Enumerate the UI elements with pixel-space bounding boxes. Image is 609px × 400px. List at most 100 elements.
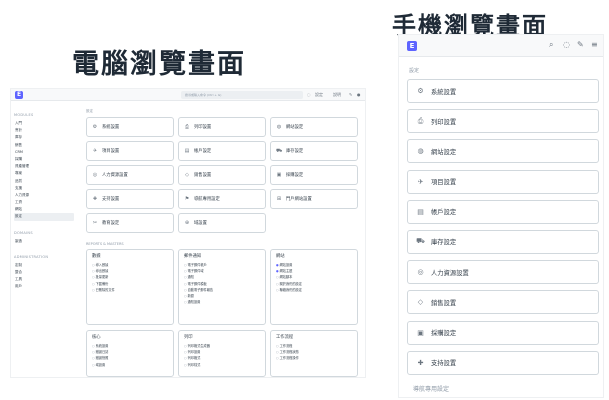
module-link[interactable]: 通知設置 <box>184 299 260 305</box>
sidebar-modules-header: MODULES <box>14 113 34 117</box>
settings-card[interactable]: ✚ 支持設置 <box>86 189 174 209</box>
sidebar-item-module-4[interactable]: CRM <box>14 149 74 156</box>
sidebar-item-module-12[interactable]: 網站 <box>14 206 74 213</box>
print-icon: ⎙ <box>184 124 189 130</box>
sidebar-item-module-7[interactable]: 專案 <box>14 170 74 177</box>
module-card: 核心系統設置錯誤日誌錯誤快照域設置 <box>86 330 174 377</box>
settings-card-label: 帳戶設定 <box>194 149 212 154</box>
settings-card[interactable]: ⛟ 庫存設定 <box>270 141 358 161</box>
module-card-grid: 數據導入數據導出數據批量更新下載備份已刪除的文件郵件通知電子郵件帳戶電子郵件域通… <box>86 249 361 377</box>
settings-card-label: 網站設定 <box>431 148 457 156</box>
notification-icon[interactable]: ◌ <box>563 40 570 49</box>
print-icon: ⎙ <box>417 116 424 125</box>
sidebar-item-admin-1[interactable]: 整合 <box>14 269 74 276</box>
desktop-main: 設定 ⚙ 系統設置 ⎙ 列印設置 ◍ 網站設定 ✈ 項目設置 ▤ 帳戶設定 ⛟ 庫存設定 ◎ 人力資源設置… <box>86 109 361 377</box>
hr-icon: ◎ <box>417 268 424 277</box>
settings-card-list: ⚙ 系統設置 ⎙ 列印設置 ◍ 網站設定 ✈ 項目設置 ▤ 帳戶設定 ⛟ 庫存設定 ◎ 人力資源設置 ◇ 銷售… <box>407 79 599 381</box>
sidebar-item-module-5[interactable]: 採購 <box>14 156 74 163</box>
module-link[interactable]: 已刪除的文件 <box>92 287 168 293</box>
settings-card[interactable]: ▤ 帳戶設定 <box>407 199 599 224</box>
settings-card[interactable]: ▣ 採購設定 <box>407 320 599 345</box>
chat-icon[interactable]: ✎ <box>577 40 584 49</box>
sidebar-item-module-2[interactable]: 庫存 <box>14 134 74 141</box>
sidebar-item-module-13[interactable]: 設定 <box>14 213 74 221</box>
settings-card[interactable]: ◍ 網站設定 <box>270 117 358 137</box>
settings-card-label: 項目設置 <box>431 179 457 187</box>
sidebar-item-module-3[interactable]: 銷售 <box>14 142 74 149</box>
settings-card[interactable]: ⚙ 系統設置 <box>407 79 599 103</box>
sidebar-item-admin-0[interactable]: 定制 <box>14 262 74 269</box>
mobile-view: E ⌕ ◌ ✎ ≡ 設定 ⚙ 系統設置 ⎙ 列印設置 ◍ 網站設定 ✈ 項目設置 ▤ 帳戶設定 ⛟ 庫… <box>398 34 604 398</box>
settings-card-grid: ⚙ 系統設置 ⎙ 列印設置 ◍ 網站設定 ✈ 項目設置 ▤ 帳戶設定 ⛟ 庫存設定 ◎ 人力資源設置 ◇ 銷售… <box>86 117 361 233</box>
settings-card-label: 門戶網站設置 <box>286 197 312 202</box>
settings-card[interactable]: ◎ 人力資源設置 <box>86 165 174 185</box>
truck-icon: ⛟ <box>276 147 283 154</box>
settings-card[interactable]: ✈ 項目設置 <box>407 169 599 194</box>
settings-card-label: 銷售設置 <box>431 299 457 307</box>
settings-menu[interactable]: 設定 <box>315 92 323 98</box>
module-link[interactable]: 聯絡我們的設定 <box>276 287 352 293</box>
mobile-navbar: E ⌕ ◌ ✎ ≡ <box>399 35 603 57</box>
sidebar-item-admin-2[interactable]: 工具 <box>14 276 74 283</box>
help-menu[interactable]: 說明 <box>333 92 341 98</box>
tag-icon: ◇ <box>417 298 424 307</box>
settings-card-label: 導航專用設定 <box>194 197 220 202</box>
module-card-title: 郵件通知 <box>184 254 202 259</box>
settings-card[interactable]: ⚑ 導航專用設定 <box>178 189 266 209</box>
settings-card-label: 庫存設定 <box>286 149 304 154</box>
sidebar-item-domain-0[interactable]: 製造 <box>14 238 74 245</box>
system-icon: ⚙ <box>417 87 424 95</box>
settings-card[interactable]: ◇ 銷售設置 <box>407 290 599 315</box>
module-link[interactable]: 工作流程操作 <box>276 355 352 361</box>
module-link[interactable]: 列印樣式 <box>184 362 260 368</box>
settings-card-label: 帳戶設定 <box>431 209 457 217</box>
sidebar-item-module-10[interactable]: 人力資源 <box>14 192 74 199</box>
settings-card[interactable]: ⛟ 庫存設定 <box>407 229 599 254</box>
settings-card[interactable]: ✈ 項目設置 <box>86 141 174 161</box>
settings-card[interactable]: ◍ 網站設定 <box>407 139 599 164</box>
sidebar-item-module-1[interactable]: 會計 <box>14 127 74 134</box>
settings-card-label: 支持設置 <box>102 197 120 202</box>
module-card: 郵件通知電子郵件帳戶電子郵件域通知電子郵件模板自動電子郵件報告新聞通知設置 <box>178 249 266 325</box>
search-icon[interactable]: ⌕ <box>549 40 553 50</box>
settings-card[interactable]: ◎ 人力資源設置 <box>407 260 599 285</box>
sidebar-item-module-11[interactable]: 工資 <box>14 199 74 206</box>
sidebar-item-admin-3[interactable]: 用戶 <box>14 283 74 290</box>
sidebar-item-module-9[interactable]: 支援 <box>14 185 74 192</box>
book-icon: ▤ <box>184 148 190 154</box>
app-logo[interactable]: E <box>15 91 23 99</box>
reports-label: REPORTS & MASTERS <box>86 242 124 246</box>
module-link[interactable]: 域設置 <box>92 362 168 368</box>
settings-card[interactable]: ⊕ 域設置 <box>178 213 266 233</box>
menu-icon[interactable]: ≡ <box>591 40 598 49</box>
partial-card-label[interactable]: 導航專用設定 <box>413 384 449 393</box>
globe-icon: ◍ <box>417 147 424 156</box>
settings-card[interactable]: ⎙ 列印設置 <box>407 109 599 134</box>
portal-icon: ⊞ <box>276 196 282 202</box>
sidebar-item-module-6[interactable]: 資產管理 <box>14 163 74 170</box>
settings-card[interactable]: ✂ 教育設定 <box>86 213 174 233</box>
settings-card-label: 教育設定 <box>102 221 120 226</box>
chat-icon[interactable]: ✎ <box>349 92 352 98</box>
settings-card[interactable]: ⎙ 列印設置 <box>178 117 266 137</box>
support-icon: ✚ <box>417 358 424 367</box>
sidebar-item-module-8[interactable]: 品質 <box>14 178 74 185</box>
sidebar-domains-header: DOMAINS <box>14 230 33 235</box>
settings-card[interactable]: ✚ 支持設置 <box>407 350 599 375</box>
settings-card-label: 採購設定 <box>431 330 457 337</box>
notification-icon[interactable]: ◌ <box>307 92 311 98</box>
settings-card[interactable]: ▤ 帳戶設定 <box>178 141 266 161</box>
user-icon[interactable]: ● <box>357 92 361 98</box>
sidebar-item-module-0[interactable]: 入門 <box>14 120 74 127</box>
settings-card[interactable]: ◇ 銷售設置 <box>178 165 266 185</box>
settings-card-label: 域設置 <box>194 221 207 226</box>
settings-card[interactable]: ▣ 採購設定 <box>270 165 358 185</box>
module-card: 數據導入數據導出數據批量更新下載備份已刪除的文件 <box>86 249 174 325</box>
app-logo[interactable]: E <box>407 41 417 51</box>
settings-card-label: 人力資源設置 <box>102 173 128 178</box>
search-input[interactable]: 搜尋或輸入命令 (Ctrl + G) <box>181 91 303 99</box>
settings-card[interactable]: ⊞ 門戶網站設置 <box>270 189 358 209</box>
settings-card[interactable]: ⚙ 系統設置 <box>86 117 174 137</box>
module-card-title: 數據 <box>92 254 101 259</box>
settings-card-label: 項目設置 <box>102 149 120 154</box>
